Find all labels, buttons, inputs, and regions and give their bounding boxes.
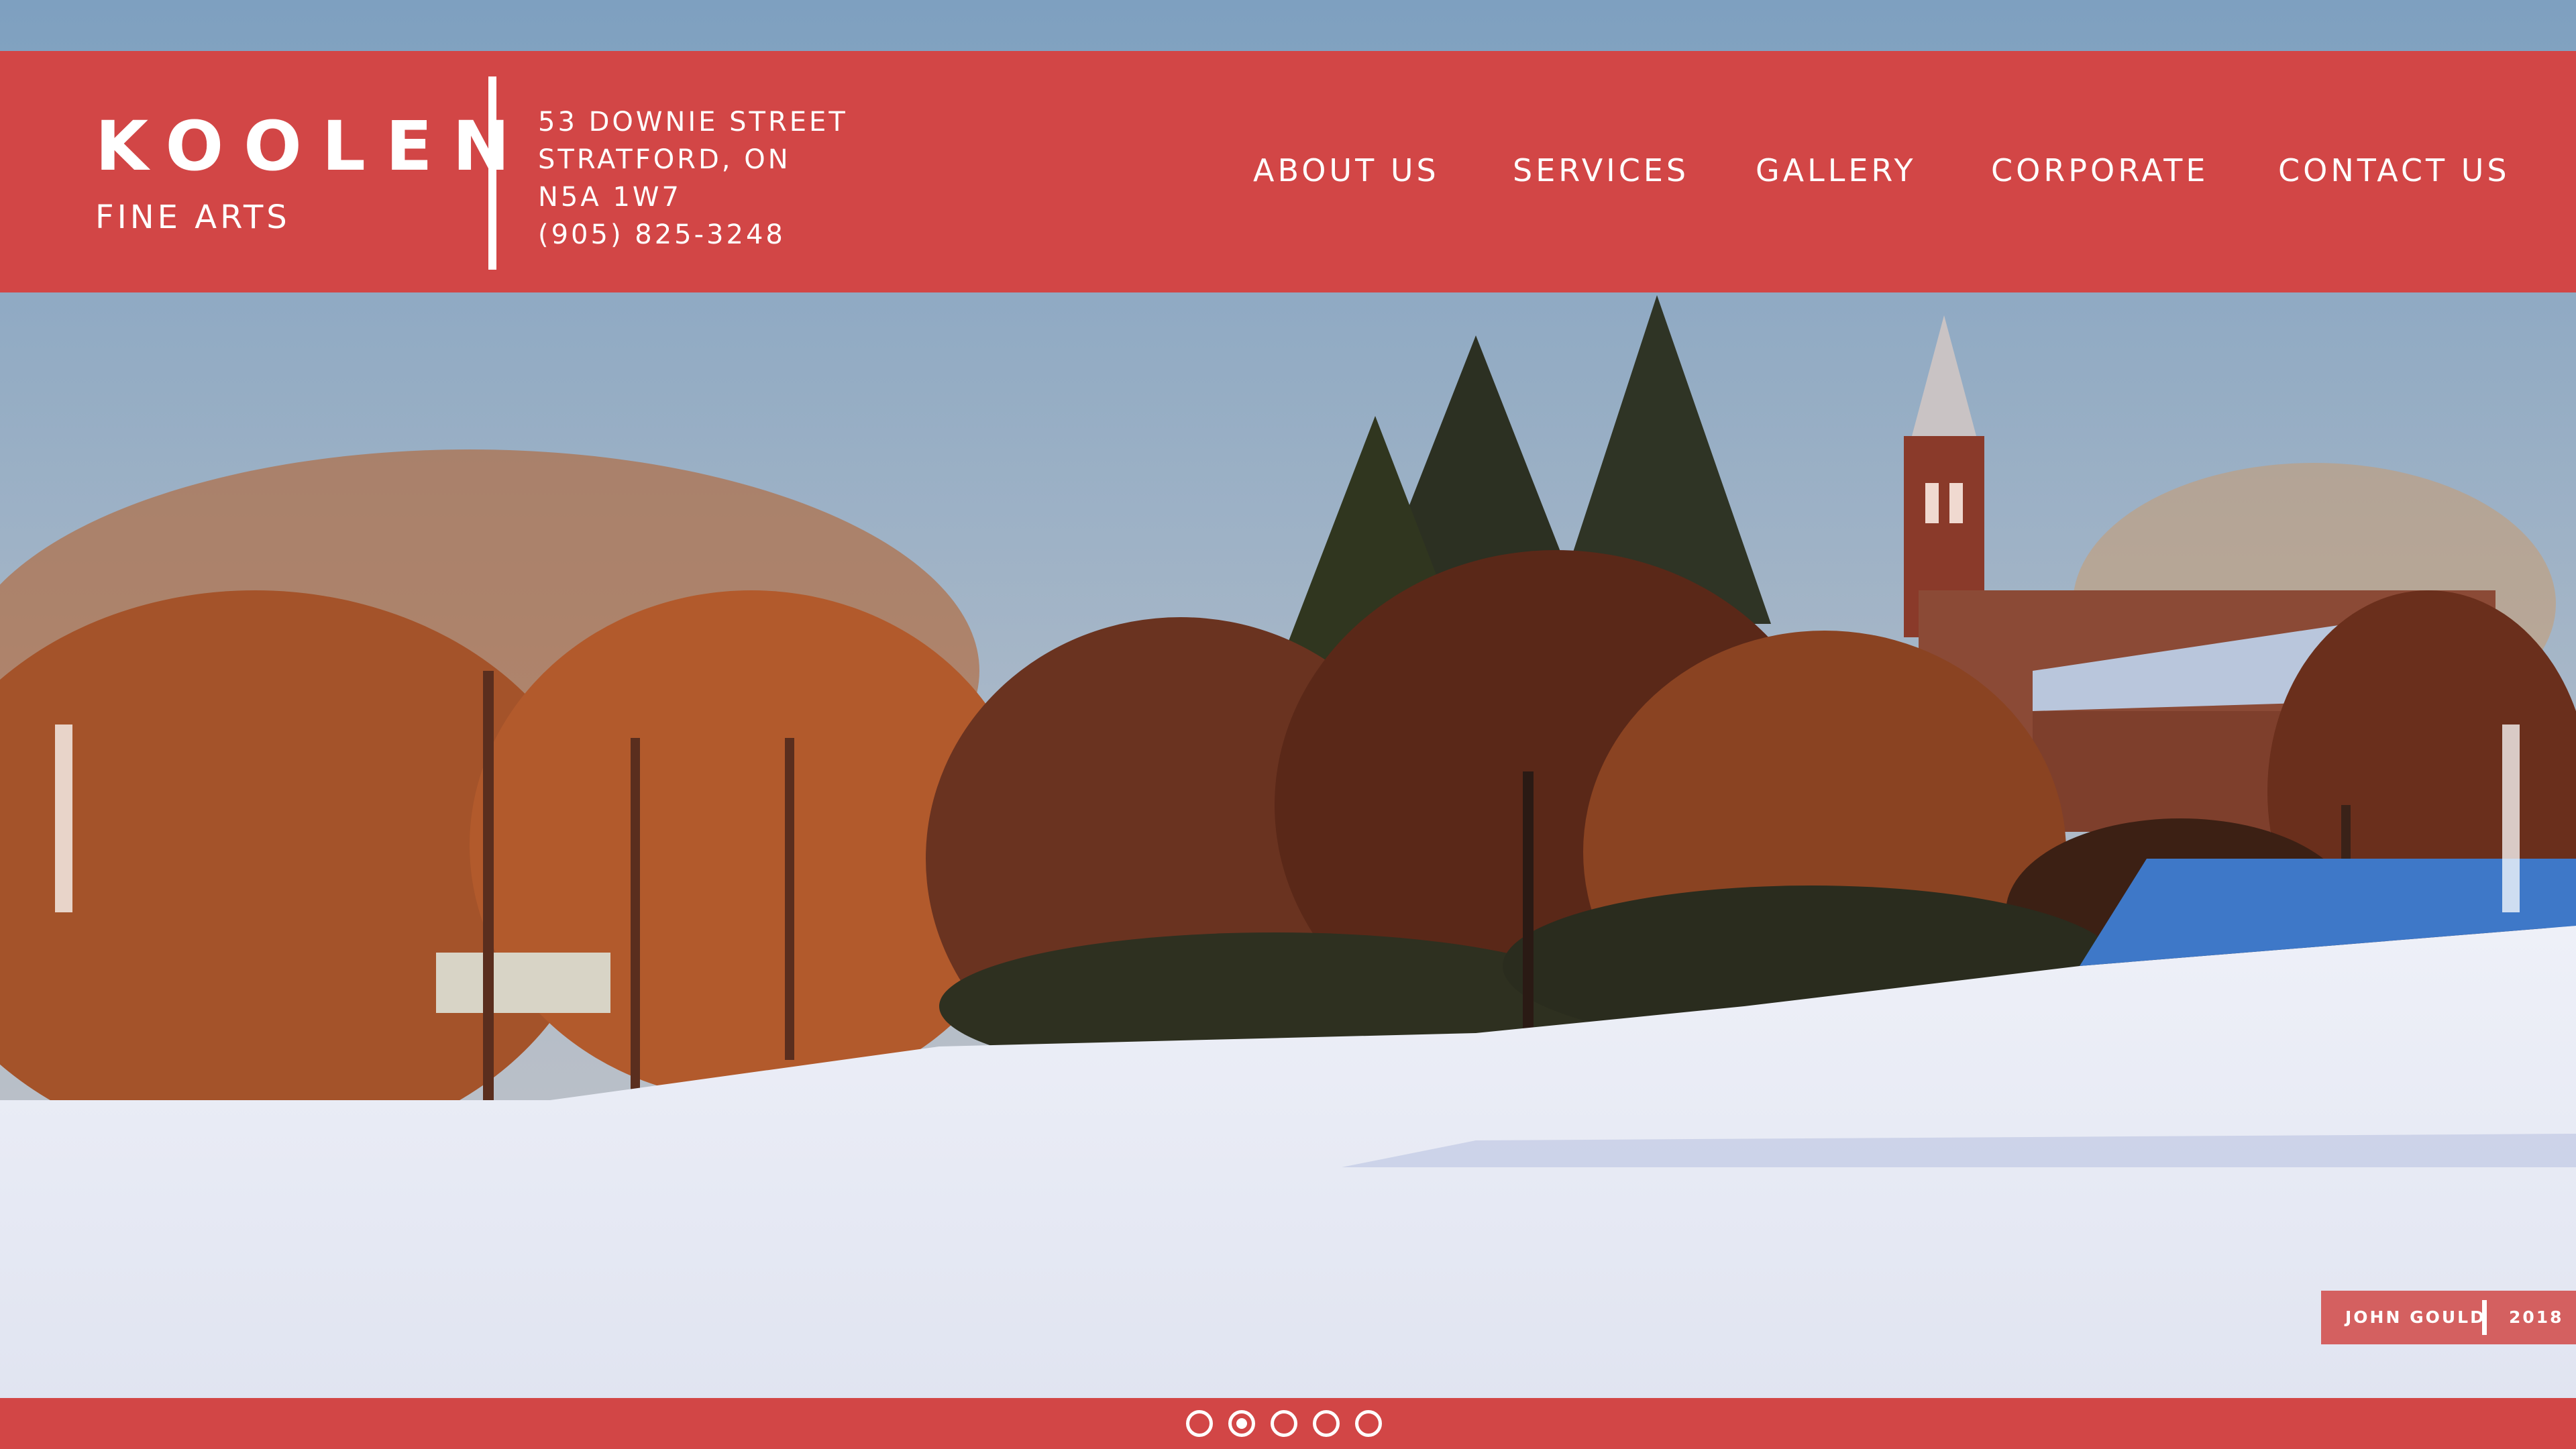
slider-dot-3[interactable] bbox=[1271, 1410, 1297, 1437]
main-nav: ABOUT US SERVICES GALLERY CORPORATE CONT… bbox=[0, 150, 2576, 191]
phone-number: (905) 825-3248 bbox=[538, 219, 786, 250]
slider-footer bbox=[0, 1398, 2576, 1449]
nav-services[interactable]: SERVICES bbox=[1513, 150, 1689, 191]
artwork-caption: JOHN GOULD 2018 bbox=[2321, 1291, 2576, 1344]
caption-artist: JOHN GOULD bbox=[2345, 1307, 2486, 1327]
nav-contact-us[interactable]: CONTACT US bbox=[2278, 150, 2510, 191]
address-street: 53 DOWNIE STREET bbox=[538, 107, 848, 138]
slider-next-button[interactable] bbox=[2502, 724, 2520, 912]
slider-dot-2[interactable] bbox=[1228, 1410, 1255, 1437]
slider-dot-5[interactable] bbox=[1355, 1410, 1382, 1437]
nav-corporate[interactable]: CORPORATE bbox=[1991, 150, 2208, 191]
slider-prev-button[interactable] bbox=[55, 724, 72, 912]
brand-subtitle: FINE ARTS bbox=[95, 199, 290, 236]
caption-year: 2018 bbox=[2509, 1307, 2564, 1327]
nav-about-us[interactable]: ABOUT US bbox=[1253, 150, 1440, 191]
caption-divider bbox=[2482, 1300, 2487, 1335]
nav-gallery[interactable]: GALLERY bbox=[1756, 150, 1917, 191]
slider-dot-1[interactable] bbox=[1186, 1410, 1213, 1437]
slider-dot-4[interactable] bbox=[1313, 1410, 1340, 1437]
site-header: KOOLEN FINE ARTS 53 DOWNIE STREET STRATF… bbox=[0, 51, 2576, 292]
